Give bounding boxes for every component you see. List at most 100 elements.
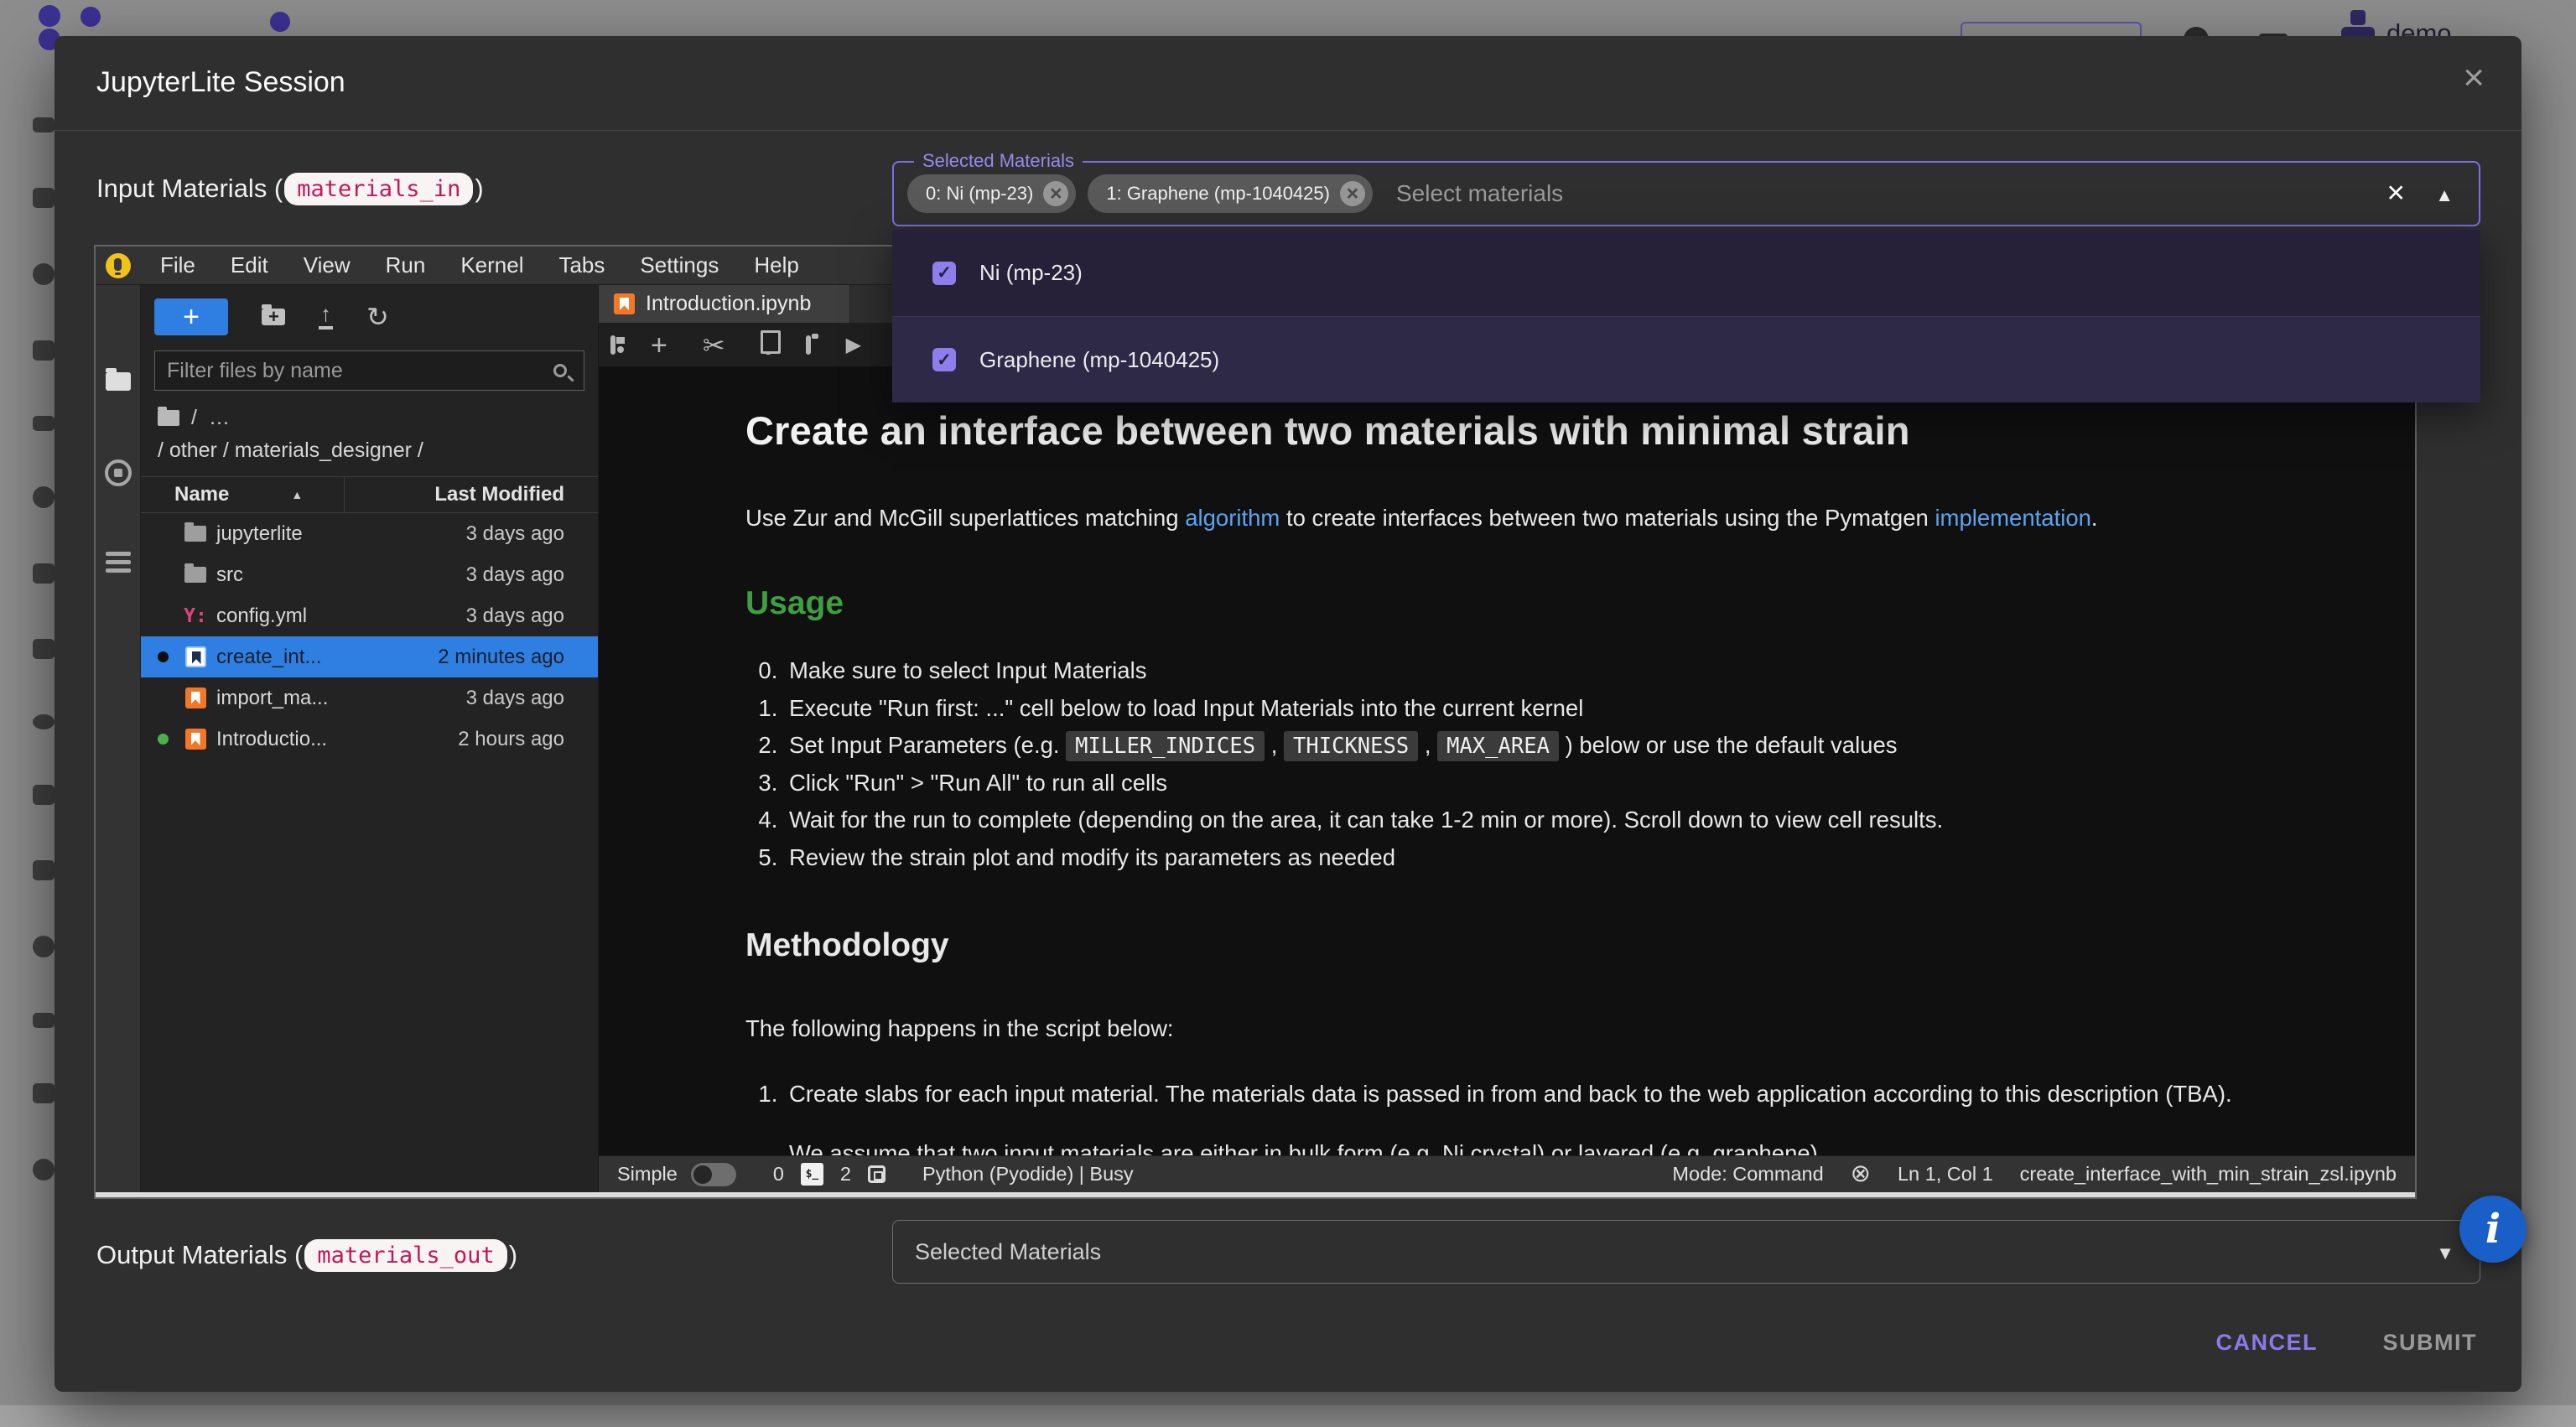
notebook-file-icon (185, 688, 206, 708)
output-materials-label: Output Materials (materials_out) (96, 1230, 517, 1280)
file-browser-icon[interactable] (106, 372, 131, 391)
chevron-down-icon: ▼ (2436, 1243, 2454, 1264)
notebook-file-icon (185, 646, 206, 667)
run-cell-icon[interactable]: ▶ (846, 335, 861, 355)
home-folder-icon[interactable] (158, 410, 179, 426)
column-last-modified[interactable]: Last Modified (434, 483, 598, 506)
upload-icon[interactable]: ↑ (319, 304, 333, 329)
column-name[interactable]: Name (141, 483, 229, 506)
active-file-name: create_interface_with_min_strain_zsl.ipy… (2020, 1163, 2397, 1186)
background-sidebar-icon (33, 486, 55, 508)
menu-tabs[interactable]: Tabs (541, 252, 622, 278)
info-button[interactable]: i (2459, 1196, 2527, 1263)
selected-materials-input[interactable]: Selected Materials 0: Ni (mp-23) × 1: Gr… (892, 161, 2480, 226)
search-icon (553, 364, 567, 377)
mode-indicator: Mode: Command (1672, 1163, 1823, 1186)
notebook-file-icon (185, 729, 206, 750)
background-sidebar-icon (33, 1083, 55, 1103)
material-chip[interactable]: 0: Ni (mp-23) × (907, 174, 1076, 213)
background-sidebar-icon (33, 340, 55, 361)
filter-placeholder: Filter files by name (167, 359, 553, 383)
kernel-status[interactable]: Python (Pyodide) | Busy (922, 1163, 1134, 1186)
kernels-count: 2 (840, 1163, 851, 1186)
breadcrumb: / … / other / materials_designer / (158, 406, 584, 463)
new-launcher-button[interactable]: + (154, 298, 228, 335)
menu-help[interactable]: Help (736, 252, 816, 278)
sort-ascending-icon[interactable]: ▲ (291, 488, 303, 501)
background-sidebar (32, 117, 55, 1358)
jupyter-activity-bar (96, 285, 141, 1192)
simple-mode-toggle[interactable] (691, 1163, 736, 1186)
terminals-count: 0 (773, 1163, 784, 1186)
running-sessions-icon[interactable] (105, 459, 132, 486)
background-sidebar-icon (33, 263, 55, 285)
terminal-icon: $_ (801, 1163, 823, 1186)
collapse-dropdown-icon[interactable]: ▲ (2435, 184, 2454, 206)
menu-settings[interactable]: Settings (622, 252, 736, 278)
new-folder-icon[interactable] (262, 309, 285, 325)
background-sidebar-icon (33, 785, 55, 805)
output-materials-select[interactable]: Selected Materials ▼ (892, 1220, 2480, 1284)
methodology-heading: Methodology (745, 927, 2365, 964)
usage-item: Execute "Run first: ..." cell below to l… (784, 690, 2365, 728)
jupyterlite-logo-icon (106, 253, 131, 278)
notebook-content: Create an interface between two material… (599, 367, 2415, 1155)
background-sidebar-icon (33, 416, 55, 431)
add-cell-icon[interactable]: + (651, 331, 667, 360)
close-icon[interactable]: × (2463, 60, 2485, 96)
notebook-file-icon (614, 293, 635, 314)
menu-file[interactable]: File (143, 252, 213, 278)
folder-icon (184, 567, 206, 583)
background-sidebar-icon (33, 1013, 55, 1028)
copy-cells-icon[interactable] (766, 335, 771, 355)
select-materials-placeholder: Select materials (1396, 180, 1563, 207)
table-of-contents-icon[interactable] (106, 552, 131, 556)
filter-files-input[interactable]: Filter files by name (154, 350, 584, 391)
material-chip[interactable]: 1: Graphene (mp-1040425) × (1088, 174, 1373, 213)
breadcrumb-path[interactable]: / other / materials_designer / (158, 438, 584, 463)
file-browser-panel: + ↑ ↻ Filter files by name / … (141, 285, 599, 1192)
save-icon[interactable] (610, 335, 615, 355)
yaml-file-icon: Y: (184, 605, 207, 627)
background-sidebar-icon (33, 714, 55, 729)
checkbox-checked-icon[interactable]: ✓ (932, 262, 956, 285)
materials-dropdown: ✓ Ni (mp-23) ✓ Graphene (mp-1040425) (892, 230, 2480, 402)
tab-introduction[interactable]: Introduction.ipynb (599, 285, 850, 323)
file-browser-toolbar: + ↑ ↻ (141, 285, 598, 347)
cancel-button[interactable]: CANCEL (2211, 1329, 2324, 1357)
file-row-create-interface[interactable]: create_int... 2 minutes ago (141, 636, 598, 677)
file-row-src[interactable]: src 3 days ago (141, 554, 598, 595)
cursor-position: Ln 1, Col 1 (1898, 1163, 1993, 1186)
methodology-item-continued: We assume that two input materials are e… (789, 1136, 2365, 1155)
notifications-off-icon[interactable]: ⊗ (1851, 1162, 1871, 1186)
usage-item: Click "Run" > "Run All" to run all cells (784, 765, 2365, 802)
submit-button[interactable]: SUBMIT (2378, 1329, 2483, 1357)
cut-cells-icon[interactable]: ✂ (703, 332, 725, 359)
file-row-config[interactable]: Y: config.yml 3 days ago (141, 595, 598, 636)
file-row-import-material[interactable]: import_ma... 3 days ago (141, 677, 598, 719)
chip-delete-icon[interactable]: × (1043, 181, 1068, 206)
modal-title: JupyterLite Session (96, 66, 345, 99)
background-sidebar-icon (33, 188, 55, 208)
option-graphene[interactable]: ✓ Graphene (mp-1040425) (892, 316, 2480, 402)
menu-edit[interactable]: Edit (213, 252, 286, 278)
file-row-jupyterlite[interactable]: jupyterlite 3 days ago (141, 513, 598, 554)
background-sidebar-icon (33, 639, 55, 659)
materials-out-code: materials_out (304, 1239, 506, 1272)
background-sidebar-icon (33, 860, 55, 880)
folder-icon (184, 526, 206, 542)
option-ni[interactable]: ✓ Ni (mp-23) (892, 230, 2480, 316)
clear-selection-icon[interactable]: × (2386, 177, 2405, 208)
paste-cells-icon[interactable] (806, 335, 811, 355)
refresh-icon[interactable]: ↻ (366, 302, 389, 332)
breadcrumb-ellipsis[interactable]: … (209, 406, 230, 430)
menu-view[interactable]: View (286, 252, 368, 278)
file-row-introduction[interactable]: Introductio... 2 hours ago (141, 719, 598, 760)
usage-item: Review the strain plot and modify its pa… (784, 839, 2365, 877)
materials-in-code: materials_in (284, 173, 473, 205)
menu-run[interactable]: Run (368, 252, 444, 278)
checkbox-checked-icon[interactable]: ✓ (932, 348, 956, 371)
menu-kernel[interactable]: Kernel (443, 252, 541, 278)
jupyterlite-session-modal: JupyterLite Session × Input Materials (m… (55, 36, 2521, 1392)
chip-delete-icon[interactable]: × (1340, 181, 1365, 206)
